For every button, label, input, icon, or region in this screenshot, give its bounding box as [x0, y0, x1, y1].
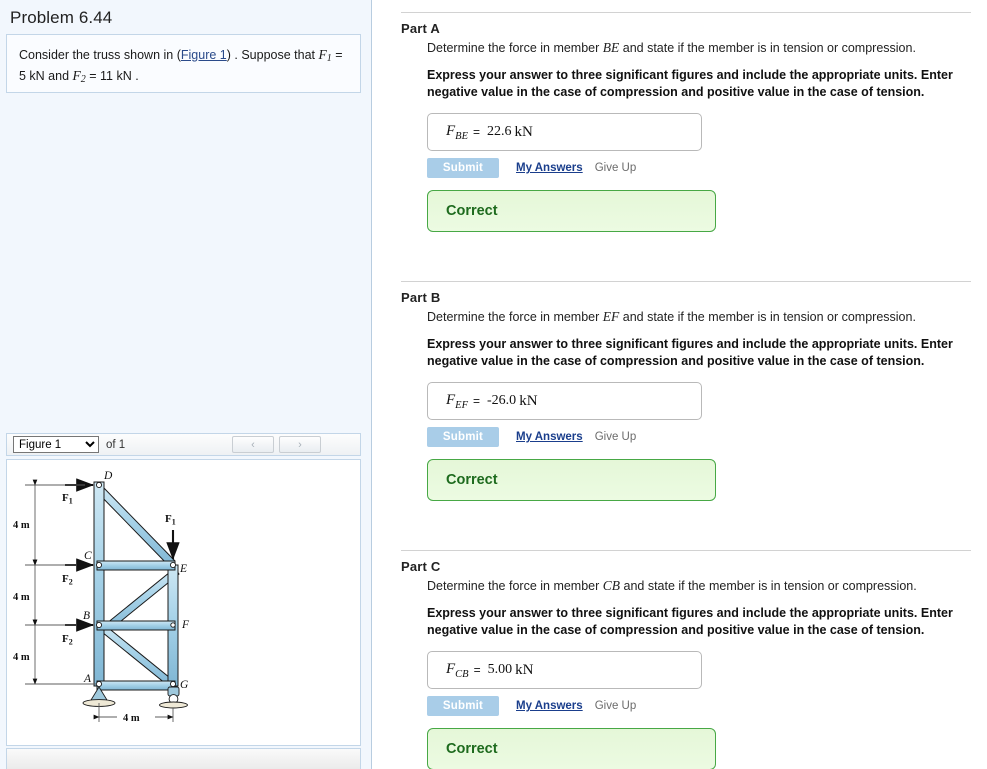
part-c-answer-field[interactable]: FCB = 5.00 kN — [427, 651, 702, 689]
node-label-C: C — [84, 550, 92, 562]
figure-count-label: of 1 — [106, 438, 126, 451]
part-b-prompt: Determine the force in member EF and sta… — [427, 309, 969, 336]
part-c-my-answers-link[interactable]: My Answers — [516, 700, 583, 712]
equals-sign: = — [473, 394, 481, 408]
part-b-give-up-link[interactable]: Give Up — [595, 431, 637, 443]
part-a-give-up-link[interactable]: Give Up — [595, 162, 637, 174]
part-c-body: Determine the force in member CB and sta… — [373, 578, 987, 769]
equals-sign: = — [473, 663, 481, 677]
load-label-F2-C: F2 — [62, 573, 73, 587]
part-b-answer-field[interactable]: FEF = -26.0 kN — [427, 382, 702, 420]
member-name: CB — [602, 578, 621, 593]
truss-diagram: D C B A E F G F1 F2 F2 F1 4 m 4 m 4 m 4 … — [13, 470, 190, 724]
question-prefix: Consider the truss shown in ( — [19, 48, 181, 62]
dim-label-v1: 4 m — [13, 520, 30, 531]
part-a-body: Determine the force in member BE and sta… — [373, 40, 987, 232]
truss-left-chord — [93, 481, 105, 687]
node-label-A: A — [83, 673, 92, 685]
part-a-my-answers-link[interactable]: My Answers — [516, 162, 583, 174]
part-a-answer-value: 22.6 — [487, 124, 512, 139]
part-b-answer-value: -26.0 — [487, 393, 517, 408]
part-c-button-row: Submit My Answers Give Up — [427, 695, 969, 717]
part-a-submit-button[interactable]: Submit — [427, 158, 499, 178]
part-b-button-row: Submit My Answers Give Up — [427, 426, 969, 448]
equals-sign: = — [473, 125, 481, 139]
load-label-F1-D: F1 — [62, 492, 73, 506]
part-c-feedback-text: Correct — [446, 741, 498, 757]
page-title: Problem 6.44 — [10, 8, 113, 27]
question-middle: ) . Suppose that — [226, 48, 319, 62]
chevron-right-icon[interactable]: › — [279, 436, 321, 453]
answers-panel: Part A Determine the force in member BE … — [373, 0, 987, 769]
vertical-dimensions — [25, 479, 97, 685]
member-name: BE — [602, 40, 620, 55]
part-b-title: Part B — [401, 290, 441, 305]
load-label-F1-E: F1 — [165, 513, 176, 527]
node-label-D: D — [103, 470, 113, 482]
part-section-a: Part A Determine the force in member BE … — [373, 12, 987, 232]
part-b-my-answers-link[interactable]: My Answers — [516, 431, 583, 443]
prompt-after: and state if the member is in tension or… — [619, 41, 916, 55]
node-label-F: F — [181, 619, 190, 631]
figure-toolbar: Figure 1 of 1 ‹ › — [6, 433, 361, 456]
figure-nav-buttons: ‹ › — [232, 436, 360, 453]
part-a-answer-unit: kN — [514, 123, 533, 140]
figure-1-link[interactable]: Figure 1 — [181, 48, 227, 62]
prompt-before: Determine the force in member — [427, 41, 603, 55]
figure-canvas[interactable]: D C B A E F G F1 F2 F2 F1 4 m 4 m 4 m 4 … — [6, 459, 361, 746]
part-c-give-up-link[interactable]: Give Up — [595, 700, 637, 712]
prompt-after: and state if the member is in tension or… — [619, 310, 916, 324]
part-a-title: Part A — [401, 21, 441, 36]
f2-symbol: F — [72, 68, 81, 83]
part-c-answer-unit: kN — [515, 661, 534, 678]
member-name: EF — [602, 309, 620, 324]
part-c-feedback-box: Correct — [427, 728, 716, 769]
chevron-left-icon[interactable]: ‹ — [232, 436, 274, 453]
dim-label-horizontal: 4 m — [123, 713, 140, 724]
node-label-E: E — [179, 563, 187, 575]
left-problem-panel: Problem 6.44 Consider the truss shown in… — [0, 0, 372, 769]
part-a-feedback-box: Correct — [427, 190, 716, 232]
part-b-answer-unit: kN — [519, 392, 538, 409]
question-suffix: = 11 kN . — [85, 69, 139, 83]
part-c-instructions: Express your answer to three significant… — [427, 606, 953, 637]
prompt-after: and state if the member is in tension or… — [620, 579, 917, 593]
part-c-answer-symbol: FCB — [446, 660, 469, 680]
part-c-title: Part C — [401, 559, 441, 574]
dim-label-v3: 4 m — [13, 652, 30, 663]
part-b-feedback-text: Correct — [446, 472, 498, 488]
part-b-submit-button[interactable]: Submit — [427, 427, 499, 447]
part-c-submit-button[interactable]: Submit — [427, 696, 499, 716]
part-section-c: Part C Determine the force in member CB … — [373, 550, 987, 769]
node-label-B: B — [83, 610, 90, 622]
load-label-F2-B: F2 — [62, 633, 73, 647]
f1-symbol: F — [318, 47, 327, 62]
problem-page: Problem 6.44 Consider the truss shown in… — [0, 0, 987, 769]
part-a-answer-symbol: FBE — [446, 122, 468, 142]
part-b-feedback-box: Correct — [427, 459, 716, 501]
part-c-prompt: Determine the force in member CB and sta… — [427, 578, 969, 605]
part-b-body: Determine the force in member EF and sta… — [373, 309, 987, 501]
part-a-feedback-text: Correct — [446, 203, 498, 219]
part-b-instructions: Express your answer to three significant… — [427, 337, 953, 368]
vertical-dimension-labels: 4 m 4 m 4 m — [13, 520, 30, 663]
part-a-instructions: Express your answer to three significant… — [427, 68, 953, 99]
dim-label-v2: 4 m — [13, 592, 30, 603]
part-a-prompt: Determine the force in member BE and sta… — [427, 40, 969, 67]
question-statement-box: Consider the truss shown in (Figure 1) .… — [6, 34, 361, 93]
part-a-answer-field[interactable]: FBE = 22.6 kN — [427, 113, 702, 151]
prompt-before: Determine the force in member — [427, 310, 603, 324]
figure-select[interactable]: Figure 1 — [13, 436, 99, 453]
part-section-b: Part B Determine the force in member EF … — [373, 281, 987, 501]
part-c-answer-value: 5.00 — [487, 662, 513, 677]
part-a-button-row: Submit My Answers Give Up — [427, 157, 969, 179]
figure-bottom-toolbar[interactable] — [6, 748, 361, 769]
prompt-before: Determine the force in member — [427, 579, 603, 593]
node-label-G: G — [180, 679, 189, 691]
question-text: Consider the truss shown in (Figure 1) .… — [7, 35, 360, 88]
part-b-answer-symbol: FEF — [446, 391, 468, 411]
